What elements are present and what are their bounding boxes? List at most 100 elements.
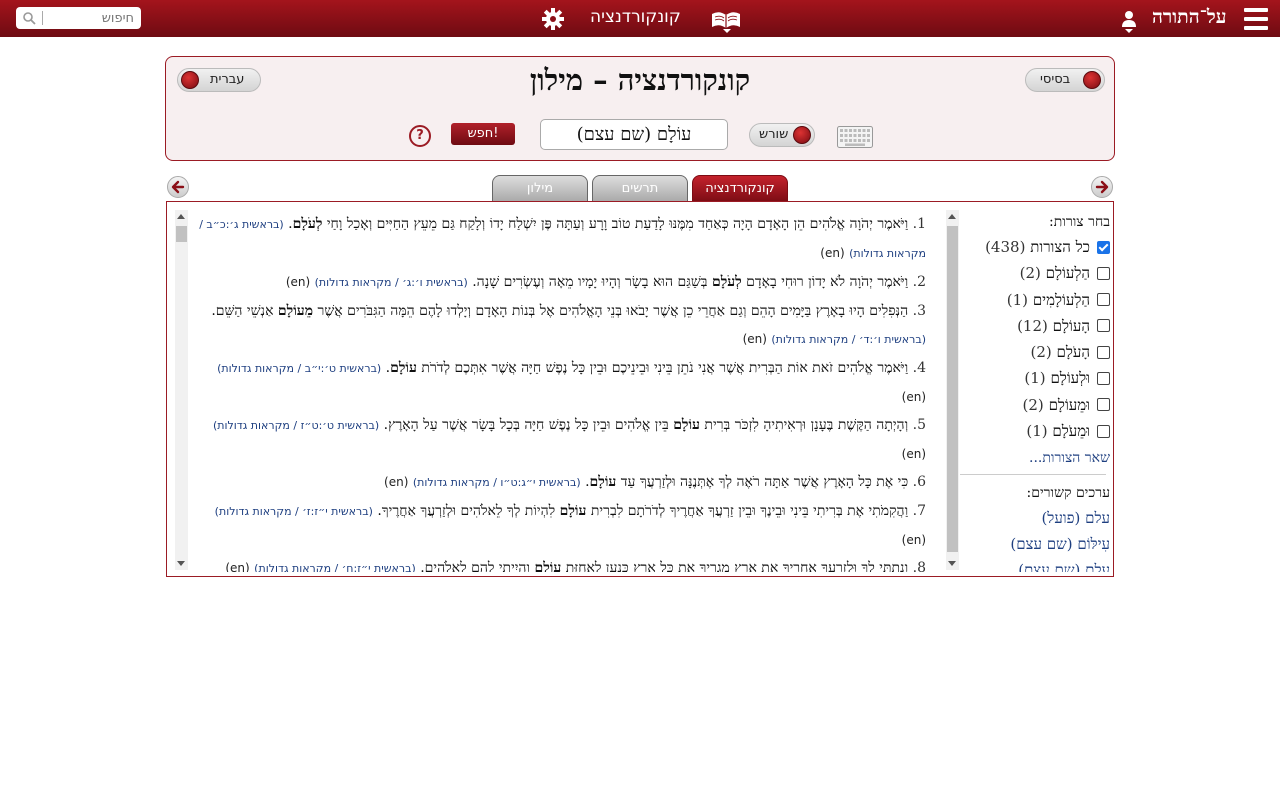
highlight-word[interactable]: מֵעוֹלָם xyxy=(278,303,313,319)
root-toggle[interactable]: שורש xyxy=(749,123,815,147)
en-link[interactable]: (en) xyxy=(225,561,249,572)
en-link[interactable]: (en) xyxy=(743,332,767,346)
user-icon[interactable] xyxy=(1120,9,1138,31)
form-option[interactable]: כל הצורות (438) xyxy=(960,234,1110,260)
forms-sidebar: בחר צורות: כל הצורות (438) הַלְעוֹלָם (2… xyxy=(960,210,1110,572)
divider xyxy=(960,474,1106,476)
highlight-word[interactable]: עוֹלָם xyxy=(673,417,700,433)
search-icon[interactable] xyxy=(22,11,36,25)
verse-item: 2. וַיֹּאמֶר יְהֹוָה לֹא יָדוֹן רוּחִי ב… xyxy=(285,274,926,290)
verse-item: 7. וַהֲקִמֹתִי אֶת בְּרִיתִי בֵּינִי וּב… xyxy=(214,503,926,547)
highlight-word[interactable]: לְעֹלָם xyxy=(712,274,742,290)
gear-icon[interactable] xyxy=(542,8,564,30)
form-count: (2) xyxy=(1022,395,1044,414)
verse-item: 8. וְנָתַתִּי לְךָ וּלְזַרְעֲךָ אַחֲרֶיך… xyxy=(195,554,926,572)
form-checkbox[interactable] xyxy=(1097,266,1110,280)
arrow-right-icon xyxy=(1095,180,1109,194)
form-checkbox[interactable] xyxy=(1097,345,1110,359)
en-link[interactable]: (en) xyxy=(902,447,926,461)
verse-item: 3. הַנְּפִלִים הָיוּ בָאָרֶץ בַּיָּמִים … xyxy=(211,303,926,346)
form-label: וּמֵעוֹלָם xyxy=(1048,395,1090,414)
verse-ref[interactable]: (בראשית ט׳:י״ב / מקראות גדולות) xyxy=(217,362,381,375)
verse-item: 1. וַיֹּאמֶר יְהֹוָה אֱלֹהִים הֵן הָאָדָ… xyxy=(199,216,926,260)
form-label: הַלְעוֹלָם xyxy=(1045,264,1090,283)
form-label: וּלְעוֹלָם xyxy=(1050,369,1090,388)
forward-button[interactable] xyxy=(1091,176,1113,198)
highlight-word[interactable]: לְעֹלָם xyxy=(293,216,323,232)
help-icon[interactable]: ? xyxy=(409,125,431,147)
root-toggle-label: שורש xyxy=(759,127,789,142)
toggle-knob xyxy=(1083,71,1101,89)
mode-toggle[interactable]: בסיסי xyxy=(1025,68,1105,92)
keyboard-icon[interactable] xyxy=(837,126,873,148)
menu-icon[interactable] xyxy=(1244,8,1268,30)
form-checkbox[interactable] xyxy=(1097,371,1110,385)
form-option[interactable]: הַלְעוֹלָם (2) xyxy=(960,260,1110,286)
scroll-up-icon[interactable] xyxy=(177,214,185,219)
form-count: (2) xyxy=(1019,264,1041,283)
brand-logo[interactable]: על־התורה xyxy=(1152,6,1227,29)
arrow-left-icon xyxy=(171,180,185,194)
highlight-word[interactable]: עוֹלָם xyxy=(535,560,562,572)
back-button[interactable] xyxy=(167,176,189,198)
search-input[interactable] xyxy=(46,8,134,28)
form-option[interactable]: הָעֹלָם (2) xyxy=(960,339,1110,365)
results-scrollbar[interactable] xyxy=(175,210,188,570)
form-label: הַלְעוֹלָמִים xyxy=(1032,290,1090,309)
form-option[interactable]: הַלְעוֹלָמִים (1) xyxy=(960,287,1110,313)
verse-list: 1. וַיֹּאמֶר יְהֹוָה אֱלֹהִים הֵן הָאָדָ… xyxy=(195,210,926,572)
highlight-word[interactable]: עוֹלָם xyxy=(590,474,617,490)
form-checkbox[interactable] xyxy=(1097,398,1110,412)
form-label: כל הצורות xyxy=(1030,238,1090,256)
form-option[interactable]: וּמֵעֹלָם (1) xyxy=(960,418,1110,444)
search-panel: עברית קונקורדנציה – מילון בסיסי ? חפש! ע… xyxy=(165,56,1115,161)
scroll-thumb[interactable] xyxy=(176,226,187,242)
form-option[interactable]: הָעוֹלָם (12) xyxy=(960,313,1110,339)
en-link[interactable]: (en) xyxy=(286,275,310,289)
chevron-down-icon xyxy=(1125,29,1133,33)
global-search[interactable] xyxy=(16,7,141,29)
en-link[interactable]: (en) xyxy=(902,533,926,547)
scroll-down-icon[interactable] xyxy=(948,561,956,566)
forms-title: בחר צורות: xyxy=(1049,214,1110,230)
form-checkbox[interactable] xyxy=(1097,319,1110,333)
en-link[interactable]: (en) xyxy=(820,246,844,260)
more-forms-link[interactable]: שאר הצורות... xyxy=(960,446,1110,470)
form-option[interactable]: וּמֵעוֹלָם (2) xyxy=(960,392,1110,418)
form-option[interactable]: וּלְעוֹלָם (1) xyxy=(960,365,1110,391)
verse-ref[interactable]: (בראשית ו׳:ג׳ / מקראות גדולות) xyxy=(315,276,468,289)
form-count: (438) xyxy=(985,238,1026,256)
tab-chart[interactable]: תרשים xyxy=(592,175,688,202)
verse-ref[interactable]: (בראשית י״ג:ט״ו / מקראות גדולות) xyxy=(413,476,581,489)
search-button[interactable]: חפש! xyxy=(451,123,515,145)
scroll-thumb[interactable] xyxy=(947,226,958,552)
en-link[interactable]: (en) xyxy=(384,475,408,489)
toggle-knob xyxy=(793,126,811,144)
form-checkbox[interactable] xyxy=(1097,424,1110,438)
highlight-word[interactable]: עוֹלָם xyxy=(560,503,587,519)
scroll-up-icon[interactable] xyxy=(948,214,956,219)
verse-ref[interactable]: (בראשית ו׳:ד׳ / מקראות גדולות) xyxy=(771,333,926,346)
related-entry[interactable]: עלם (פועל) xyxy=(960,505,1110,531)
related-entry[interactable]: עִילּוֹם (שם עצם) xyxy=(960,531,1110,557)
related-entry[interactable]: עֶלֶם (שם עצם) xyxy=(960,557,1110,572)
tab-dictionary[interactable]: מילון xyxy=(492,175,588,202)
form-label: הָעוֹלָם xyxy=(1052,316,1090,335)
tab-concordance[interactable]: קונקורדנציה xyxy=(692,175,788,202)
app-title[interactable]: קונקורדנציה xyxy=(590,7,681,27)
form-checkbox[interactable] xyxy=(1097,293,1110,307)
form-checkbox[interactable] xyxy=(1097,240,1110,254)
verse-ref[interactable]: (בראשית ט׳:ט״ז / מקראות גדולות) xyxy=(213,419,379,432)
form-count: (1) xyxy=(1024,369,1046,388)
verse-ref[interactable]: (בראשית י״ז:ז׳ / מקראות גדולות) xyxy=(215,505,373,518)
term-input[interactable]: עוֹלָם (שם עצם) xyxy=(540,119,728,150)
sidebar-scrollbar[interactable] xyxy=(946,210,959,570)
en-link[interactable]: (en) xyxy=(902,390,926,404)
form-count: (2) xyxy=(1030,343,1052,362)
highlight-word[interactable]: עוֹלָם xyxy=(390,360,417,376)
verse-ref[interactable]: (בראשית י״ז:ח׳ / מקראות גדולות) xyxy=(254,562,416,572)
verse-item: 5. וְהָיְתָה הַקֶּשֶׁת בֶּעָנָן וּרְאִית… xyxy=(213,417,926,461)
page-title: קונקורדנציה – מילון xyxy=(529,63,751,97)
scroll-down-icon[interactable] xyxy=(177,561,185,566)
form-label: הָעֹלָם xyxy=(1056,343,1091,362)
